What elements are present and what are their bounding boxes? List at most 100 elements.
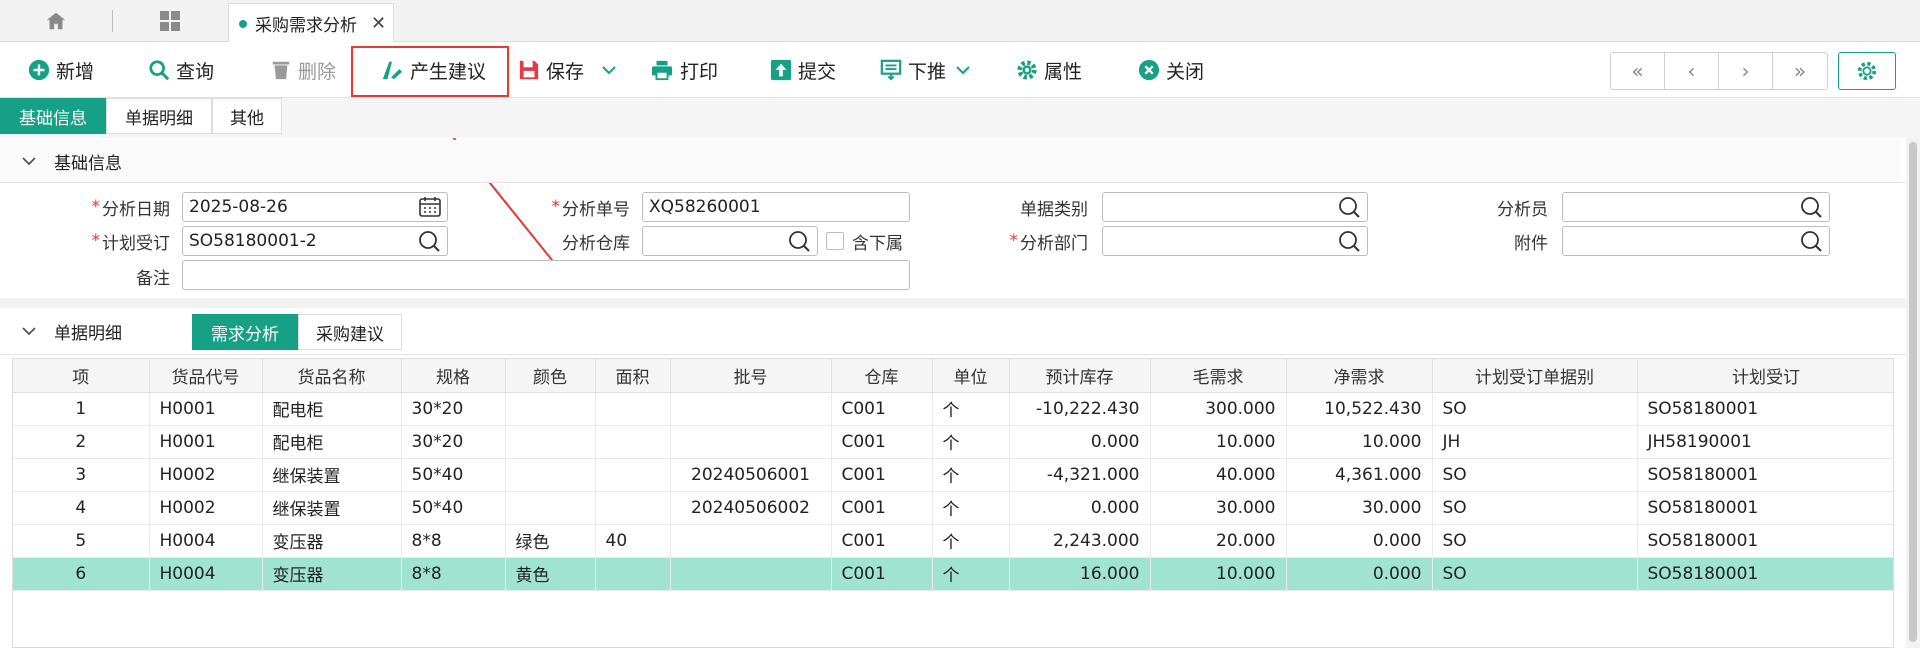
table-cell[interactable]: 20.000 xyxy=(1150,524,1287,558)
table-cell[interactable]: 继保装置 xyxy=(262,491,402,525)
table-cell[interactable]: 0.000 xyxy=(1286,557,1433,591)
analyst-field[interactable] xyxy=(1562,192,1830,222)
table-cell[interactable]: SO58180001 xyxy=(1637,458,1893,492)
table-cell[interactable]: C001 xyxy=(831,557,933,591)
tab-purchase-suggestion[interactable]: 采购建议 xyxy=(298,314,402,350)
table-cell[interactable]: 个 xyxy=(932,524,1010,558)
doc-type-field[interactable] xyxy=(1102,192,1368,222)
table-cell[interactable]: SO58180001 xyxy=(1637,557,1893,591)
col-header[interactable]: 计划受订 xyxy=(1637,359,1893,393)
table-cell[interactable] xyxy=(670,425,832,459)
dept-field[interactable] xyxy=(1102,226,1368,256)
table-cell[interactable] xyxy=(670,524,832,558)
table-cell[interactable]: 10,522.430 xyxy=(1286,392,1433,426)
table-cell[interactable]: 30*20 xyxy=(401,392,506,426)
search-icon[interactable] xyxy=(1338,196,1362,218)
table-cell[interactable]: 黄色 xyxy=(505,557,596,591)
table-cell[interactable]: C001 xyxy=(831,425,933,459)
table-cell[interactable]: 16.000 xyxy=(1009,557,1151,591)
table-cell[interactable] xyxy=(595,425,671,459)
table-cell[interactable] xyxy=(595,392,671,426)
col-header[interactable]: 净需求 xyxy=(1286,359,1433,393)
col-header[interactable]: 项 xyxy=(13,359,150,393)
table-cell[interactable] xyxy=(595,557,671,591)
table-row[interactable]: 3 H0002 继保装置 50*40 20240506001 C001 个 -4,321.00… xyxy=(13,458,1893,492)
table-cell[interactable]: SO xyxy=(1432,458,1638,492)
col-header[interactable]: 面积 xyxy=(595,359,671,393)
tab-basic-info[interactable]: 基础信息 xyxy=(0,98,106,134)
search-icon[interactable] xyxy=(788,230,812,252)
table-cell[interactable]: H0002 xyxy=(149,458,263,492)
table-cell[interactable]: 8*8 xyxy=(401,524,506,558)
basic-info-header[interactable]: 基础信息 xyxy=(0,140,1900,182)
table-cell[interactable]: 8*8 xyxy=(401,557,506,591)
table-row[interactable]: 2 H0001 配电柜 30*20 C001 个 0.000 10.000 10.000 JH JH… xyxy=(13,425,1893,459)
table-cell[interactable]: 个 xyxy=(932,458,1010,492)
table-cell[interactable]: C001 xyxy=(831,392,933,426)
table-cell[interactable] xyxy=(505,392,596,426)
table-cell[interactable]: 2 xyxy=(13,425,150,459)
table-cell[interactable]: 个 xyxy=(932,392,1010,426)
table-cell[interactable] xyxy=(595,458,671,492)
search-icon[interactable] xyxy=(418,230,442,252)
table-cell[interactable]: JH58190001 xyxy=(1637,425,1893,459)
table-cell[interactable]: 变压器 xyxy=(262,557,402,591)
table-cell[interactable]: 50*40 xyxy=(401,491,506,525)
table-cell[interactable]: 4 xyxy=(13,491,150,525)
table-cell[interactable]: SO xyxy=(1432,557,1638,591)
col-header[interactable]: 货品名称 xyxy=(262,359,402,393)
table-cell[interactable]: 0.000 xyxy=(1009,491,1151,525)
col-header[interactable]: 毛需求 xyxy=(1150,359,1287,393)
table-cell[interactable]: 20240506002 xyxy=(670,491,832,525)
col-header[interactable]: 批号 xyxy=(670,359,832,393)
table-cell[interactable]: SO58180001 xyxy=(1637,392,1893,426)
warehouse-field[interactable] xyxy=(642,226,818,256)
analysis-no-field[interactable]: XQ58260001 xyxy=(642,192,910,222)
date-field[interactable]: 2025-08-26 xyxy=(182,192,448,222)
vertical-scrollbar[interactable] xyxy=(1906,138,1920,648)
table-cell[interactable]: 个 xyxy=(932,425,1010,459)
table-cell[interactable]: 5 xyxy=(13,524,150,558)
scrollbar-thumb[interactable] xyxy=(1909,142,1917,642)
col-header[interactable]: 规格 xyxy=(401,359,506,393)
table-cell[interactable]: 绿色 xyxy=(505,524,596,558)
table-cell[interactable] xyxy=(670,392,832,426)
table-cell[interactable]: 30*20 xyxy=(401,425,506,459)
table-row[interactable]: 1 H0001 配电柜 30*20 C001 个 -10,222.430 300.000 10,… xyxy=(13,392,1893,426)
tab-other[interactable]: 其他 xyxy=(212,98,282,134)
table-cell[interactable]: 2,243.000 xyxy=(1009,524,1151,558)
table-cell[interactable]: 40 xyxy=(595,524,671,558)
search-icon[interactable] xyxy=(1800,230,1824,252)
col-header[interactable]: 计划受订单据别 xyxy=(1432,359,1638,393)
table-cell[interactable]: 配电柜 xyxy=(262,425,402,459)
table-cell[interactable]: 0.000 xyxy=(1286,524,1433,558)
remark-field[interactable] xyxy=(182,260,910,290)
col-header[interactable]: 颜色 xyxy=(505,359,596,393)
table-cell[interactable]: 1 xyxy=(13,392,150,426)
table-cell[interactable] xyxy=(505,458,596,492)
plan-order-field[interactable]: SO58180001-2 xyxy=(182,226,448,256)
table-cell[interactable]: 个 xyxy=(932,557,1010,591)
table-cell[interactable]: JH xyxy=(1432,425,1638,459)
table-cell[interactable]: C001 xyxy=(831,458,933,492)
table-cell[interactable]: SO xyxy=(1432,392,1638,426)
search-icon[interactable] xyxy=(1338,230,1362,252)
table-cell[interactable]: 6 xyxy=(13,557,150,591)
include-subordinate-checkbox[interactable] xyxy=(826,232,844,250)
table-cell[interactable] xyxy=(505,491,596,525)
calendar-icon[interactable] xyxy=(418,196,442,218)
table-cell[interactable]: 3 xyxy=(13,458,150,492)
table-cell[interactable]: -4,321.000 xyxy=(1009,458,1151,492)
tab-document-details[interactable]: 单据明细 xyxy=(106,98,212,134)
table-cell[interactable]: 40.000 xyxy=(1150,458,1287,492)
table-row[interactable]: 4 H0002 继保装置 50*40 20240506002 C001 个 0.000 30.0… xyxy=(13,491,1893,525)
col-header[interactable]: 货品代号 xyxy=(149,359,263,393)
tab-demand-analysis[interactable]: 需求分析 xyxy=(192,314,298,350)
table-cell[interactable]: H0001 xyxy=(149,425,263,459)
table-cell[interactable]: 20240506001 xyxy=(670,458,832,492)
table-cell[interactable]: 配电柜 xyxy=(262,392,402,426)
table-cell[interactable]: 300.000 xyxy=(1150,392,1287,426)
table-cell[interactable]: SO xyxy=(1432,491,1638,525)
table-cell[interactable]: H0004 xyxy=(149,557,263,591)
table-cell[interactable] xyxy=(595,491,671,525)
